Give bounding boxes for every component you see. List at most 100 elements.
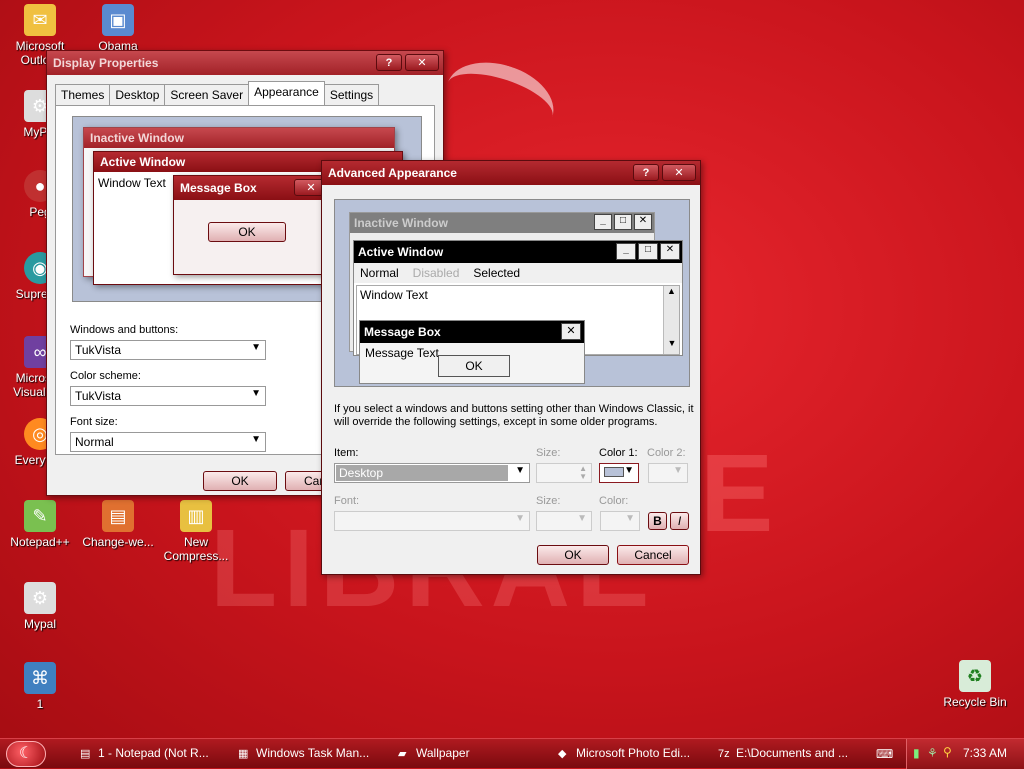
desktop-icon-obama[interactable]: ▣ Obama [78,4,158,53]
item-select[interactable]: Desktop ▼ [334,463,530,483]
desktop-icon-label: 1 [36,697,44,711]
preview-inactive-titlebar: Inactive Window _ □ ✕ [350,213,654,233]
outlook-icon: ✉ [24,4,56,36]
tab-settings[interactable]: Settings [323,84,380,105]
preview-scrollbar: ▲ ▼ [663,286,679,354]
preview-active-titlebar: Active Window _ □ ✕ [354,241,682,263]
maximize-icon: □ [638,243,658,260]
desktop-icon-recycle-bin[interactable]: ♻ Recycle Bin [935,660,1015,709]
task-photo-editor[interactable]: ◆ Microsoft Photo Edi... [554,744,704,764]
scroll-down-icon: ▼ [667,338,677,348]
chevron-down-icon: ▼ [515,513,525,524]
color-swatch [604,467,624,477]
desktop-icon-change-wallpaper[interactable]: ▤ Change-we... [78,500,158,549]
mypal-icon: ⚙ [24,582,56,614]
font-size-value: Normal [75,435,114,449]
tab-themes[interactable]: Themes [55,84,111,105]
chevron-down-icon: ▼ [577,513,587,524]
preview-inactive-title: Inactive Window [90,131,184,145]
task-notepad[interactable]: ▤ 1 - Notepad (Not R... [76,744,226,764]
ok-button[interactable]: OK [537,545,609,565]
change-wallpaper-icon: ▤ [102,500,134,532]
window-title: Display Properties [53,56,159,70]
font-size-select[interactable]: Normal ▼ [70,432,266,452]
cancel-button[interactable]: Cancel [617,545,689,565]
start-button[interactable]: ☾ [6,741,46,767]
item-value: Desktop [336,465,508,481]
preview-inactive-titlebar: Inactive Window [84,128,394,148]
preview-msgbox-ok: OK [438,355,510,377]
system-tray: ▮ ⚘ ⚲ 7:33 AM [906,739,1024,769]
start-orb-icon: ☾ [18,745,34,762]
preview-message-box: Message Box ✕ OK [173,175,333,275]
folder-icon: ▰ [398,748,407,760]
task-label: Windows Task Man... [256,746,370,760]
photo-editor-icon: ◆ [558,748,567,760]
windows-buttons-select[interactable]: TukVista ▼ [70,340,266,360]
window-title: Advanced Appearance [328,166,457,180]
preview-msgbox-title: Message Box [364,325,441,339]
preview-window-text: Window Text [360,288,428,302]
color2-picker[interactable]: ▼ [648,463,688,483]
notepad-icon: ▤ [80,748,91,760]
color-scheme-select[interactable]: TukVista ▼ [70,386,266,406]
close-button[interactable]: ✕ [662,164,696,181]
color-scheme-value: TukVista [75,389,122,403]
item-size-spinner[interactable]: ▲ ▼ [536,463,592,483]
desktop-icon-label: Recycle Bin [943,695,1007,709]
advanced-appearance-titlebar[interactable]: Advanced Appearance ? ✕ [322,161,700,185]
desktop-icon-1[interactable]: ⌘ 1 [0,662,80,711]
chevron-down-icon: ▼ [251,434,261,445]
font-size-select[interactable]: ▼ [536,511,592,531]
font-size-label: Font size: [70,416,118,428]
clock[interactable]: 7:33 AM [963,746,1007,760]
display-properties-titlebar[interactable]: Display Properties ? ✕ [47,51,443,75]
tab-screen-saver[interactable]: Screen Saver [164,84,250,105]
recycle-bin-icon: ♻ [959,660,991,692]
chevron-down-icon: ▼ [673,465,683,476]
ok-button[interactable]: OK [203,471,277,491]
chevron-down-icon: ▼ [515,465,525,476]
keyboard-icon[interactable]: ⌨ [876,747,893,761]
desktop-icon-mypal-2[interactable]: ⚙ Mypal [0,582,80,631]
bold-button[interactable]: B [648,512,667,530]
task-7zip[interactable]: 7z E:\Documents and ... [714,744,864,764]
tab-appearance[interactable]: Appearance [248,81,325,105]
task-task-manager[interactable]: ▦ Windows Task Man... [234,744,384,764]
task-label: 1 - Notepad (Not R... [98,746,209,760]
font-select[interactable]: ▼ [334,511,530,531]
tray-network-icon[interactable]: ⚘ [927,746,938,760]
preview-menu-disabled: Disabled [412,266,460,280]
preview-msgbox-title: Message Box [180,181,257,195]
zip-folder-icon: ▥ [180,500,212,532]
tray-monitor-icon[interactable]: ▮ [913,746,920,760]
font-color-label: Color: [599,495,629,507]
desktop-icon-label: Change-we... [82,535,154,549]
wallpaper-logo-top: E [700,432,780,555]
preview-active-title: Active Window [100,155,186,169]
close-icon: ✕ [660,243,680,260]
windows-buttons-label: Windows and buttons: [70,324,179,336]
minimize-icon: _ [594,214,612,230]
tray-search-icon[interactable]: ⚲ [943,745,952,759]
image-file-icon: ▣ [102,4,134,36]
font-size-label: Size: [536,495,561,507]
desktop-icon-new-compressed[interactable]: ▥ New Compress... [156,500,236,563]
color-scheme-label: Color scheme: [70,370,141,382]
desktop-icon-notepadpp[interactable]: ✎ Notepad++ [0,500,80,549]
help-button[interactable]: ? [633,164,659,181]
advanced-preview: Inactive Window _ □ ✕ Active Window _ □ … [334,199,690,387]
preview-inactive-title: Inactive Window [354,216,448,230]
task-label: Microsoft Photo Edi... [576,746,691,760]
7zip-icon: 7z [718,748,730,760]
task-wallpaper[interactable]: ▰ Wallpaper [394,744,544,764]
close-icon: ✕ [634,214,652,230]
help-button[interactable]: ? [376,54,402,71]
color1-picker[interactable]: ▼ [599,463,639,483]
tab-desktop[interactable]: Desktop [109,84,166,105]
close-button[interactable]: ✕ [405,54,439,71]
italic-button[interactable]: I [670,512,689,530]
preview-message-box: Message Box ✕ Message Text OK [359,320,585,384]
task-manager-icon: ▦ [238,748,249,760]
font-color-picker[interactable]: ▼ [600,511,640,531]
